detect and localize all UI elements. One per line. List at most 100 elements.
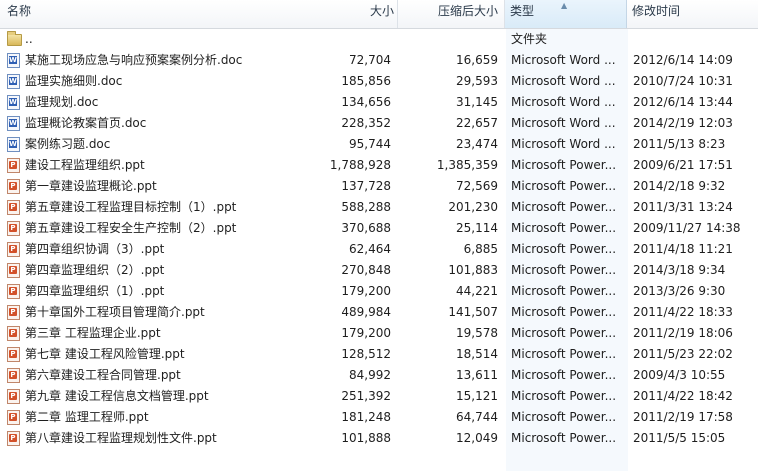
file-row[interactable]: 第四章监理组织（2）.ppt270,848101,883Microsoft Po… xyxy=(0,260,758,281)
file-type: Microsoft Power... xyxy=(511,389,617,403)
file-size: 95,744 xyxy=(349,137,391,151)
file-type: Microsoft Word ... xyxy=(511,53,616,67)
modified-time: 2011/4/18 11:21 xyxy=(633,242,733,256)
modified-time: 2011/3/31 13:24 xyxy=(633,200,733,214)
file-row[interactable]: 监理概论教案首页.doc228,35222,657Microsoft Word … xyxy=(0,113,758,134)
modified-time: 2014/2/19 12:03 xyxy=(633,116,733,130)
sort-ascending-icon: ▲ xyxy=(561,1,568,10)
file-type: 文件夹 xyxy=(511,32,548,46)
file-size: 128,512 xyxy=(341,347,391,361)
powerpoint-icon xyxy=(7,221,20,236)
compressed-size: 19,578 xyxy=(456,326,498,340)
compressed-size: 12,049 xyxy=(456,431,498,445)
compressed-size: 25,114 xyxy=(456,221,498,235)
file-type: Microsoft Power... xyxy=(511,368,617,382)
file-size: 228,352 xyxy=(341,116,391,130)
column-header-name[interactable]: 名称 xyxy=(0,0,398,28)
column-header-compressed-size[interactable]: 压缩后大小 xyxy=(398,0,505,28)
file-row[interactable]: 监理规划.doc134,65631,145Microsoft Word ...2… xyxy=(0,92,758,113)
file-row[interactable]: 建设工程监理组织.ppt1,788,9281,385,359Microsoft … xyxy=(0,155,758,176)
word-doc-icon xyxy=(7,116,20,131)
file-row[interactable]: 第二章 监理工程师.ppt181,24864,744Microsoft Powe… xyxy=(0,407,758,428)
powerpoint-icon xyxy=(7,305,20,320)
compressed-size: 23,474 xyxy=(456,137,498,151)
file-size: 137,728 xyxy=(341,179,391,193)
file-size: 181,248 xyxy=(341,410,391,424)
powerpoint-icon xyxy=(7,179,20,194)
compressed-size: 16,659 xyxy=(456,53,498,67)
powerpoint-icon xyxy=(7,410,20,425)
word-doc-icon xyxy=(7,74,20,89)
file-type: Microsoft Power... xyxy=(511,284,617,298)
word-doc-icon xyxy=(7,53,20,68)
file-row[interactable]: 第八章建设工程监理规划性文件.ppt101,88812,049Microsoft… xyxy=(0,428,758,449)
word-doc-icon xyxy=(7,95,20,110)
file-size: 179,200 xyxy=(341,284,391,298)
modified-time: 2011/2/19 17:58 xyxy=(633,410,733,424)
file-size: 370,688 xyxy=(341,221,391,235)
file-type: Microsoft Power... xyxy=(511,263,617,277)
compressed-size: 201,230 xyxy=(448,200,498,214)
compressed-size: 22,657 xyxy=(456,116,498,130)
file-row[interactable]: 第十章国外工程项目管理简介.ppt489,984141,507Microsoft… xyxy=(0,302,758,323)
file-type: Microsoft Word ... xyxy=(511,95,616,109)
file-row[interactable]: 第五章建设工程安全生产控制（2）.ppt370,68825,114Microso… xyxy=(0,218,758,239)
modified-time: 2012/6/14 13:44 xyxy=(633,95,733,109)
file-row[interactable]: 某施工现场应急与响应预案案例分析.doc72,70416,659Microsof… xyxy=(0,50,758,71)
file-type: Microsoft Power... xyxy=(511,305,617,319)
compressed-size: 6,885 xyxy=(463,242,498,256)
modified-time: 2014/2/18 9:32 xyxy=(633,179,726,193)
file-row[interactable]: 第七章 建设工程风险管理.ppt128,51218,514Microsoft P… xyxy=(0,344,758,365)
file-size: 185,856 xyxy=(341,74,391,88)
modified-time: 2013/3/26 9:30 xyxy=(633,284,726,298)
file-row[interactable]: 第九章 建设工程信息文档管理.ppt251,39215,121Microsoft… xyxy=(0,386,758,407)
powerpoint-icon xyxy=(7,200,20,215)
file-row[interactable]: 案例练习题.doc95,74423,474Microsoft Word ...2… xyxy=(0,134,758,155)
modified-time: 2010/7/24 10:31 xyxy=(633,74,733,88)
file-size: 62,464 xyxy=(349,242,391,256)
file-row[interactable]: 第六章建设工程合同管理.ppt84,99213,611Microsoft Pow… xyxy=(0,365,758,386)
compressed-size: 15,121 xyxy=(456,389,498,403)
modified-time: 2011/4/22 18:42 xyxy=(633,389,733,403)
modified-time: 2011/5/5 15:05 xyxy=(633,431,726,445)
column-header-size[interactable]: 大小 xyxy=(360,0,398,28)
compressed-size: 101,883 xyxy=(448,263,498,277)
file-type: Microsoft Power... xyxy=(511,431,617,445)
folder-icon xyxy=(7,31,22,46)
file-row[interactable]: 第四章组织协调（3）.ppt62,4646,885Microsoft Power… xyxy=(0,239,758,260)
modified-time: 2011/4/22 18:33 xyxy=(633,305,733,319)
compressed-size: 13,611 xyxy=(456,368,498,382)
file-row[interactable]: 监理实施细则.doc185,85629,593Microsoft Word ..… xyxy=(0,71,758,92)
file-type: Microsoft Word ... xyxy=(511,116,616,130)
file-size: 588,288 xyxy=(341,200,391,214)
powerpoint-icon xyxy=(7,368,20,383)
column-header-modified[interactable]: 修改时间 xyxy=(627,0,758,28)
file-size: 1,788,928 xyxy=(329,158,391,172)
powerpoint-icon xyxy=(7,158,20,173)
file-row[interactable]: 第四章监理组织（1）.ppt179,20044,221Microsoft Pow… xyxy=(0,281,758,302)
compressed-size: 72,569 xyxy=(456,179,498,193)
modified-time: 2012/6/14 14:09 xyxy=(633,53,733,67)
file-type: Microsoft Power... xyxy=(511,221,617,235)
file-size: 179,200 xyxy=(341,326,391,340)
parent-folder-row[interactable]: .. 文件夹 xyxy=(0,29,758,50)
file-size: 134,656 xyxy=(341,95,391,109)
file-size: 101,888 xyxy=(341,431,391,445)
file-type: Microsoft Power... xyxy=(511,242,617,256)
file-type: Microsoft Word ... xyxy=(511,74,616,88)
powerpoint-icon xyxy=(7,431,20,446)
powerpoint-icon xyxy=(7,347,20,362)
modified-time: 2009/4/3 10:55 xyxy=(633,368,726,382)
modified-time: 2011/2/19 18:06 xyxy=(633,326,733,340)
powerpoint-icon xyxy=(7,284,20,299)
file-row[interactable]: 第五章建设工程监理目标控制（1）.ppt588,288201,230Micros… xyxy=(0,197,758,218)
compressed-size: 1,385,359 xyxy=(436,158,498,172)
file-row[interactable]: 第三章 工程监理企业.ppt179,20019,578Microsoft Pow… xyxy=(0,323,758,344)
file-row[interactable]: 第一章建设监理概论.ppt137,72872,569Microsoft Powe… xyxy=(0,176,758,197)
modified-time: 2014/3/18 9:34 xyxy=(633,263,726,277)
file-type: Microsoft Power... xyxy=(511,158,617,172)
powerpoint-icon xyxy=(7,389,20,404)
compressed-size: 44,221 xyxy=(456,284,498,298)
file-size: 72,704 xyxy=(349,53,391,67)
file-name: .. xyxy=(25,32,33,46)
